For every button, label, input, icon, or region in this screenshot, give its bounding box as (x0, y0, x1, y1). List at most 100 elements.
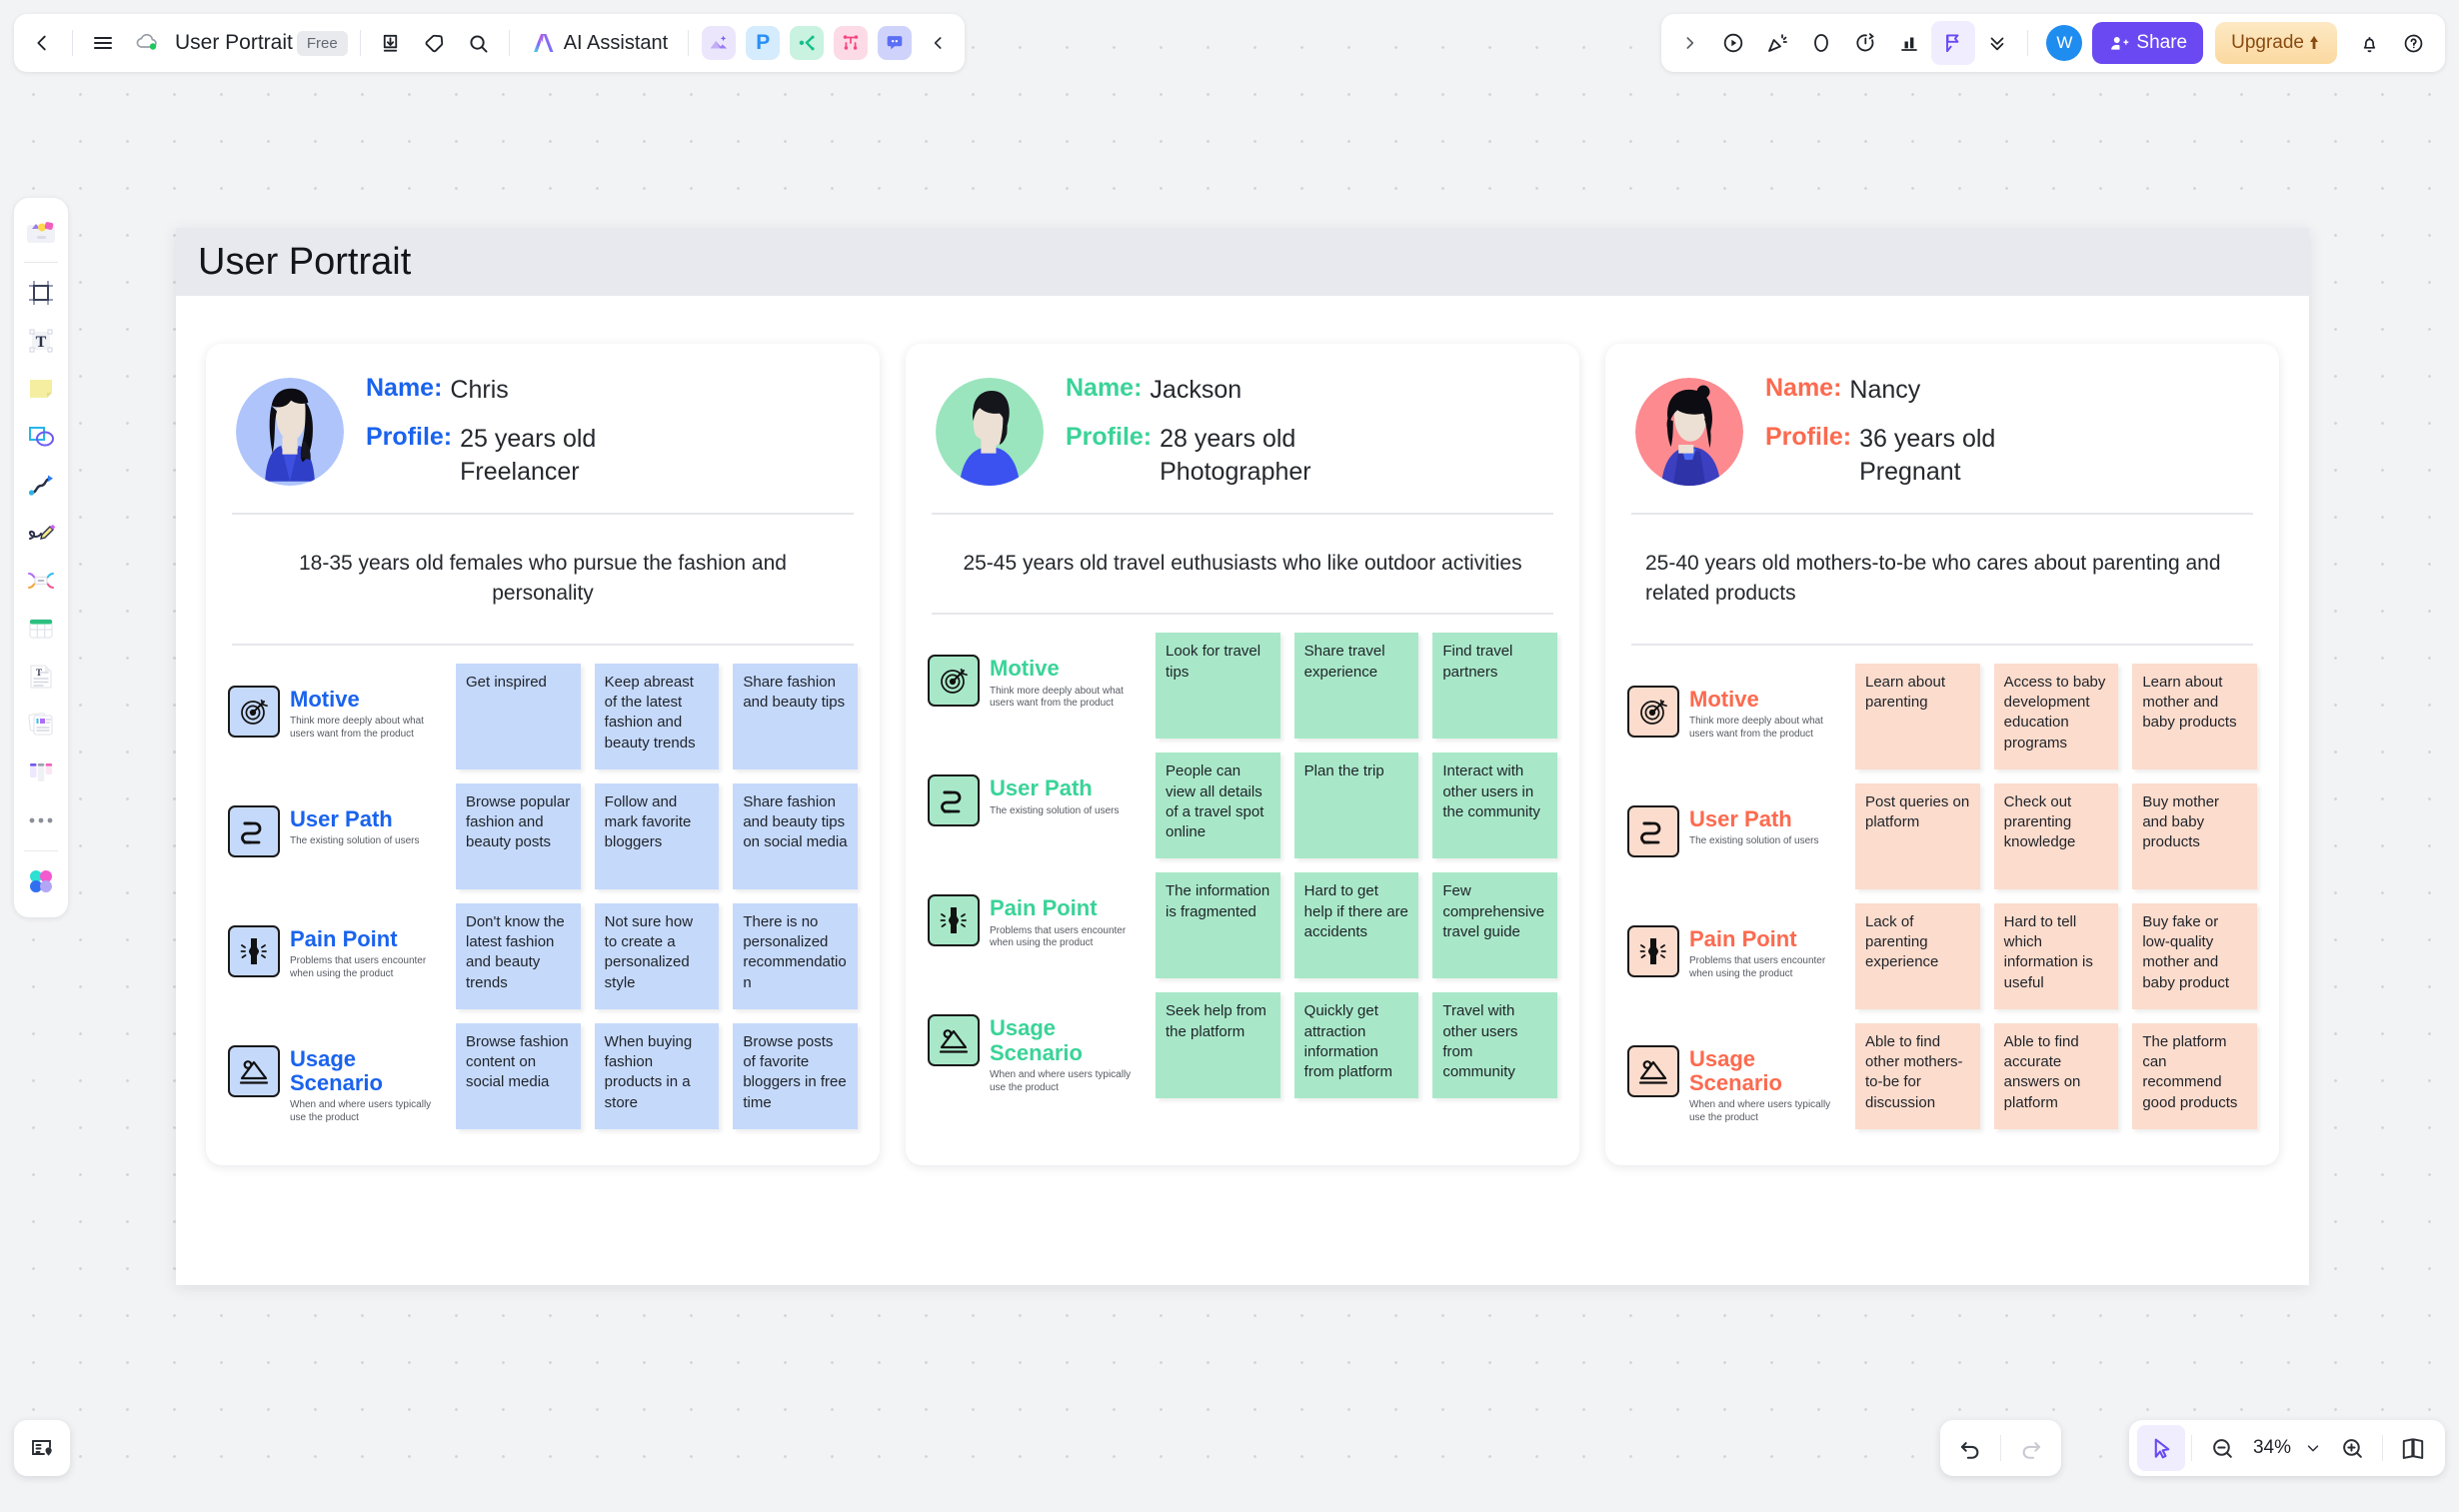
sticky-note[interactable]: Follow and mark favorite bloggers (594, 782, 720, 889)
sticky-note[interactable]: Find travel partners (1432, 633, 1558, 740)
section-title[interactable]: Usage Scenario (990, 1016, 1140, 1065)
avatar[interactable]: W (2046, 25, 2083, 61)
comment-app-icon[interactable] (878, 26, 913, 60)
section-title[interactable]: Pain Point (290, 926, 440, 951)
presentation-app-icon[interactable]: P (746, 26, 781, 60)
sticky-note[interactable]: Learn about parenting (1855, 663, 1980, 769)
sticky-note[interactable]: Not sure how to create a personalized st… (594, 902, 720, 1009)
rail-sticky-note[interactable] (18, 367, 64, 411)
sticky-note[interactable]: Look for travel tips (1156, 633, 1280, 740)
zoom-in-icon[interactable] (2328, 1425, 2376, 1471)
page-title[interactable]: User Portrait (198, 241, 411, 284)
persona-description[interactable]: 18-35 years old females who pursue the f… (228, 515, 858, 644)
pages-book-icon[interactable] (2389, 1425, 2437, 1471)
sticky-note[interactable]: There is no personalized recommendation (733, 902, 859, 1009)
sticky-note[interactable]: Few comprehensive travel guide (1432, 872, 1558, 979)
rail-frame[interactable] (18, 271, 64, 315)
rail-shapes[interactable] (18, 415, 64, 459)
rail-kanban[interactable] (18, 751, 64, 794)
download-icon[interactable] (369, 21, 413, 65)
upgrade-button[interactable]: Upgrade (2215, 22, 2337, 64)
rail-templates[interactable] (18, 210, 64, 254)
sticky-note[interactable]: Seek help from the platform (1156, 992, 1280, 1099)
zoom-out-icon[interactable] (2198, 1425, 2246, 1471)
sticky-note[interactable]: The information is fragmented (1156, 872, 1280, 979)
board-frame[interactable]: User Portrait Name: Chris Profile: 25 ye… (176, 228, 2309, 1285)
persona-card[interactable]: Name: Chris Profile: 25 years old Freela… (206, 344, 880, 1165)
sticky-note[interactable]: Access to baby development education pro… (1993, 663, 2119, 769)
persona-card[interactable]: Name: Nancy Profile: 36 years old Pregna… (1605, 344, 2279, 1165)
sticky-note[interactable]: Buy fake or low-quality mother and baby … (2132, 902, 2258, 1009)
collapse-apps-button[interactable] (917, 21, 961, 65)
sticky-note[interactable]: Plan the trip (1293, 753, 1419, 859)
timer-icon[interactable] (1843, 21, 1887, 65)
present-icon[interactable] (1711, 21, 1755, 65)
sticky-note[interactable]: Browse posts of favorite bloggers in fre… (733, 1022, 859, 1129)
back-button[interactable] (20, 21, 64, 65)
rail-more[interactable] (18, 798, 64, 842)
expand-tools-button[interactable] (1667, 21, 1711, 65)
sticky-note[interactable]: Able to find other mothers-to-be for dis… (1855, 1022, 1980, 1129)
sticky-note[interactable]: Travel with other users from community (1432, 992, 1558, 1099)
persona-name[interactable]: Chris (450, 374, 508, 407)
rail-mindmap[interactable] (18, 559, 64, 603)
cursor-flag-icon[interactable] (1931, 21, 1976, 65)
minimap-icon[interactable] (18, 1425, 66, 1471)
persona-profile[interactable]: 28 years old Photographer (1160, 423, 1311, 489)
tag-icon[interactable] (413, 21, 457, 65)
rail-plugins[interactable] (18, 859, 64, 903)
sticky-note[interactable]: Browse popular fashion and beauty posts (456, 782, 581, 889)
help-circle-icon[interactable] (2391, 21, 2435, 65)
persona-name[interactable]: Nancy (1849, 374, 1920, 407)
ai-assistant-button[interactable]: AI Assistant (518, 21, 681, 65)
sticky-note[interactable]: Hard to get help if there are accidents (1293, 872, 1419, 979)
section-title[interactable]: Motive (990, 657, 1140, 681)
persona-profile[interactable]: 36 years old Pregnant (1859, 423, 1995, 489)
persona-name[interactable]: Jackson (1150, 374, 1241, 407)
sticky-note[interactable]: Interact with other users in the communi… (1432, 753, 1558, 859)
mindmap-app-icon[interactable] (790, 26, 825, 60)
sticky-note[interactable]: Get inspired (456, 663, 581, 769)
sticky-note[interactable]: The platform can recommend good products (2132, 1022, 2258, 1129)
chevron-down-icon[interactable] (2298, 1425, 2328, 1471)
flowchart-app-icon[interactable] (834, 26, 869, 60)
sticky-note[interactable]: Browse fashion content on social media (456, 1022, 581, 1129)
sticky-note[interactable]: People can view all details of a travel … (1156, 753, 1280, 859)
section-title[interactable]: User Path (1689, 806, 1819, 831)
share-button[interactable]: Share (2092, 22, 2204, 64)
section-title[interactable]: Motive (290, 687, 440, 712)
celebrate-icon[interactable] (1755, 21, 1799, 65)
sticky-note[interactable]: Lack of parenting experience (1855, 902, 1980, 1009)
search-icon[interactable] (457, 21, 501, 65)
sticky-note[interactable]: Share fashion and beauty tips on social … (733, 782, 859, 889)
minimap-toggle[interactable] (14, 1420, 70, 1476)
rail-doc[interactable]: T (18, 655, 64, 699)
vote-icon[interactable] (1887, 21, 1931, 65)
sticky-note[interactable]: When buying fashion products in a store (594, 1022, 720, 1129)
persona-card[interactable]: Name: Jackson Profile: 28 years old Phot… (906, 344, 1579, 1165)
comment-bubble-icon[interactable] (1799, 21, 1843, 65)
section-title[interactable]: Pain Point (990, 896, 1140, 920)
rail-card[interactable] (18, 703, 64, 747)
image-app-icon[interactable] (702, 26, 737, 60)
hamburger-menu-icon[interactable] (81, 21, 125, 65)
section-title[interactable]: Pain Point (1689, 926, 1839, 951)
plan-badge[interactable]: Free (296, 30, 348, 56)
undo-icon[interactable] (1946, 1425, 1994, 1471)
bell-icon[interactable] (2347, 21, 2391, 65)
sticky-note[interactable]: Post queries on platform (1855, 782, 1980, 889)
persona-profile[interactable]: 25 years old Freelancer (460, 423, 596, 489)
section-title[interactable]: Usage Scenario (1689, 1046, 1839, 1095)
persona-description[interactable]: 25-45 years old travel euthusiasts who l… (928, 515, 1557, 613)
rail-connector[interactable] (18, 463, 64, 507)
rail-pen[interactable] (18, 511, 64, 555)
section-title[interactable]: Usage Scenario (290, 1046, 440, 1095)
sticky-note[interactable]: Able to find accurate answers on platfor… (1993, 1022, 2119, 1129)
zoom-level-label[interactable]: 34% (2246, 1437, 2298, 1459)
persona-description[interactable]: 25-40 years old mothers-to-be who cares … (1627, 515, 2257, 644)
sticky-note[interactable]: Quickly get attraction information from … (1293, 992, 1419, 1099)
sticky-note[interactable]: Share fashion and beauty tips (733, 663, 859, 769)
sticky-note[interactable]: Keep abreast of the latest fashion and b… (594, 663, 720, 769)
sticky-note[interactable]: Learn about mother and baby products (2132, 663, 2258, 769)
section-title[interactable]: User Path (990, 776, 1120, 800)
